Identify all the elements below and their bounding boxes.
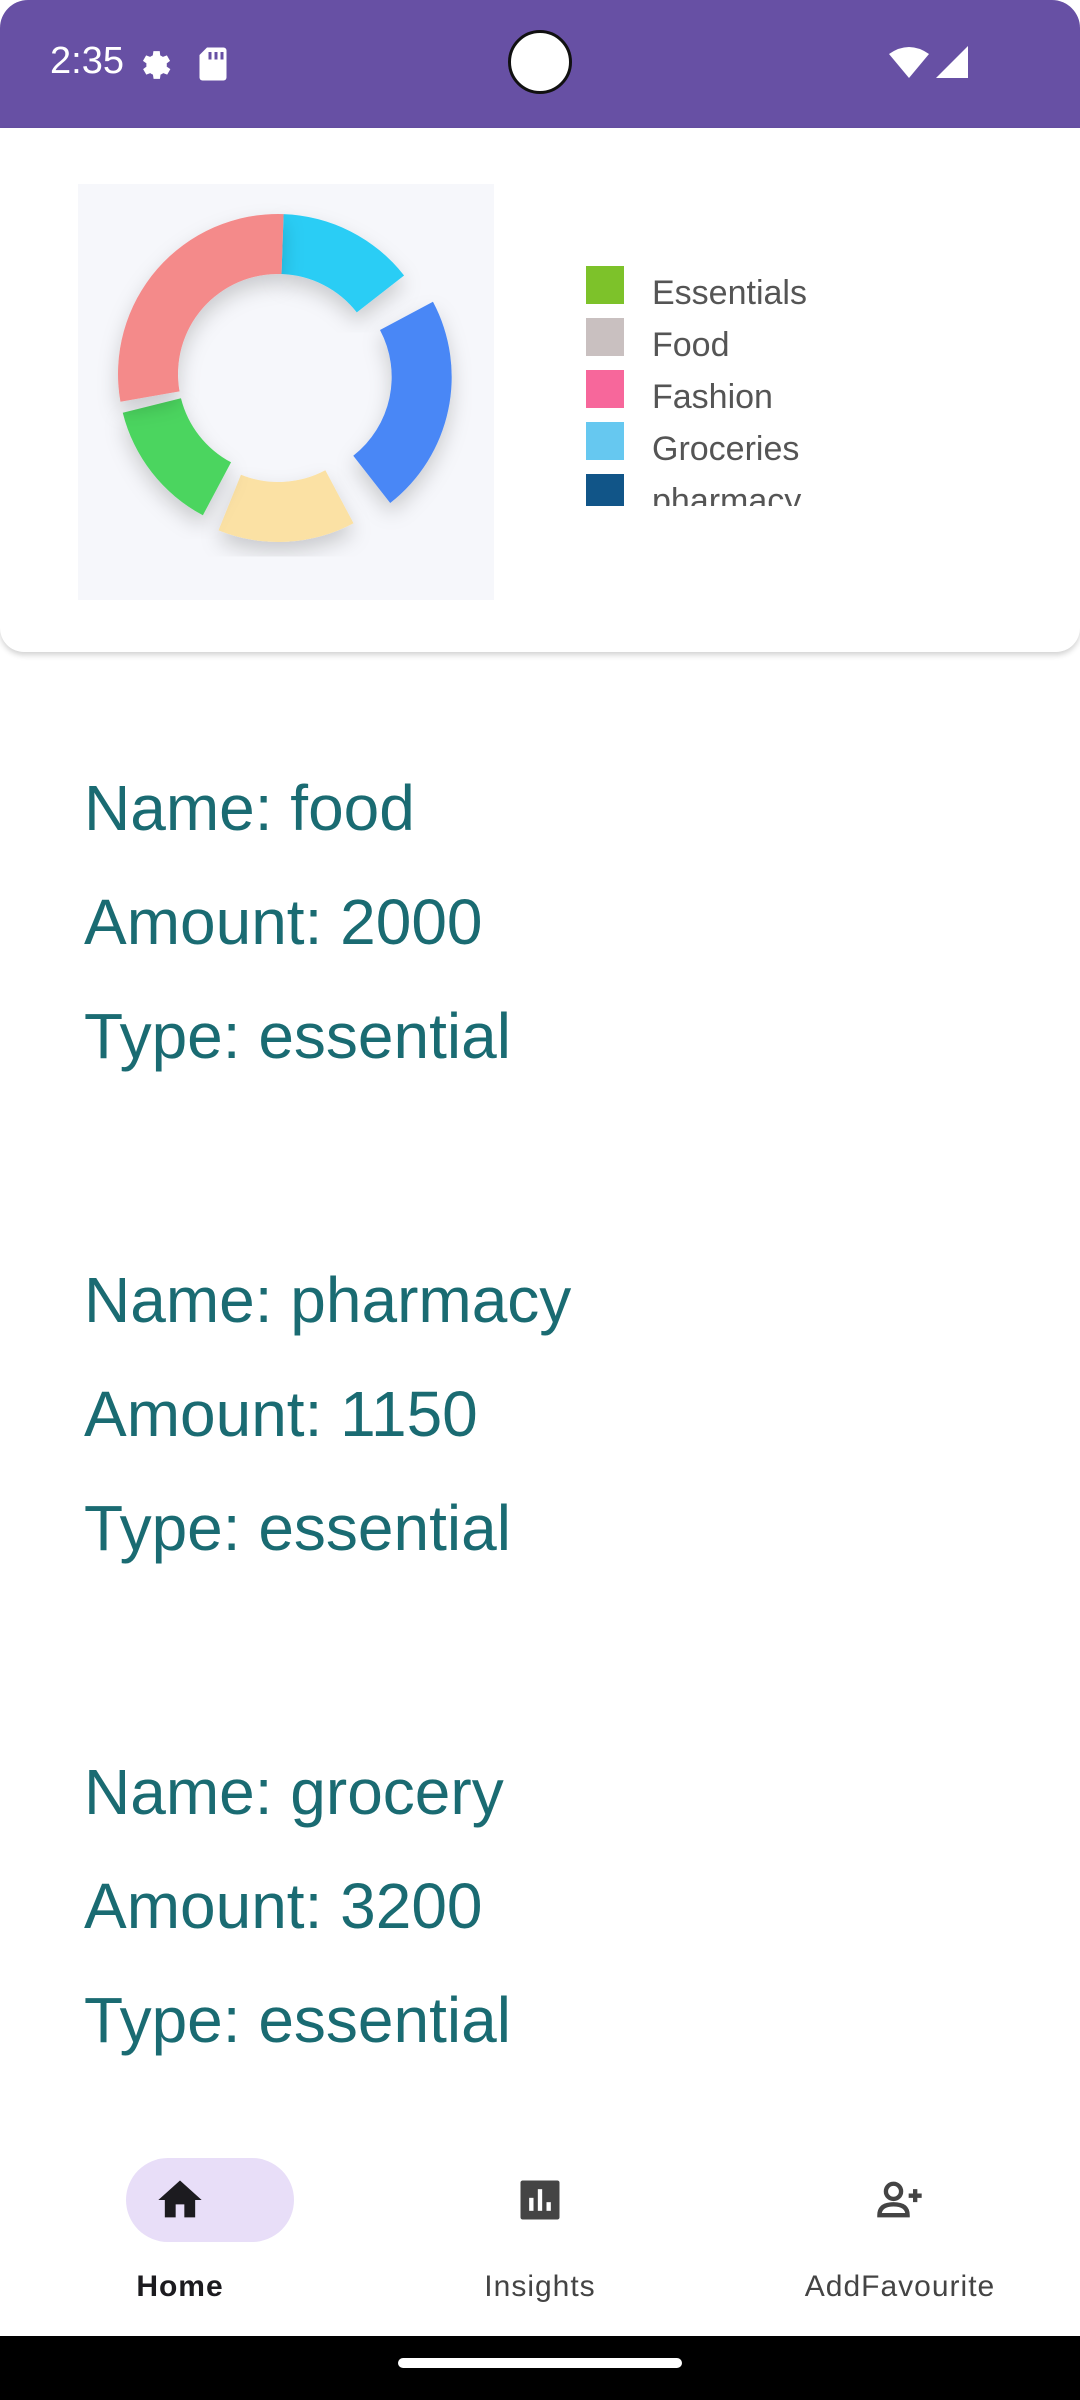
donut-segment [218,470,354,542]
sd-card-icon [198,46,228,82]
nav-item-insights[interactable]: Insights [390,2158,690,2308]
signal-icon [934,44,970,80]
chart-legend: Essentials Food Fashion Groceries pharma… [586,266,886,506]
donut-segment [122,398,232,516]
legend-item: Essentials [586,266,886,318]
home-icon [150,2174,210,2226]
nav-label-insights: Insights [484,2270,596,2303]
home-gesture-handle[interactable] [398,2358,682,2368]
legend-swatch [586,318,624,356]
legend-swatch [586,266,624,304]
legend-label: pharmacy [652,482,802,506]
expense-type: Type: essential [84,1000,511,1072]
donut-segment [118,214,284,402]
expense-name: Name: grocery [84,1756,504,1828]
expense-amount: Amount: 1150 [84,1378,478,1450]
list-item[interactable]: Name: food Amount: 2000 Type: essential [84,760,1044,1102]
expense-type: Type: essential [84,1492,511,1564]
legend-label: Fashion [652,378,773,416]
nav-item-home[interactable]: Home [30,2158,330,2308]
legend-item: Groceries [586,422,886,474]
nav-label-addfavourite: AddFavourite [804,2270,996,2303]
legend-label: Groceries [652,430,800,468]
list-item[interactable]: Name: pharmacy Amount: 1150 Type: essent… [84,1252,1044,1594]
legend-swatch [586,474,624,506]
expense-type: Type: essential [84,1984,511,2056]
camera-cutout [508,30,572,94]
legend-swatch [586,370,624,408]
nav-label-home: Home [136,2270,224,2303]
expense-list[interactable]: Name: food Amount: 2000 Type: essential … [84,760,1044,2110]
legend-item: Food [586,318,886,370]
add-person-icon [870,2174,930,2226]
chart-card: Essentials Food Fashion Groceries pharma… [0,128,1080,652]
legend-item: pharmacy [586,474,886,506]
expense-amount: Amount: 3200 [84,1870,483,1942]
legend-item: Fashion [586,370,886,422]
status-time: 2:35 [50,40,124,82]
donut-chart [78,184,494,600]
legend-label: Essentials [652,274,807,312]
legend-label: Food [652,326,730,364]
system-navigation-bar [0,2336,1080,2400]
app-screen: 2:35 Essentials Food Fashion Groceries p… [0,0,1080,2400]
donut-segment [281,214,405,313]
bottom-navigation: Home Insights AddFavourite [0,2120,1080,2336]
nav-item-addfavourite[interactable]: AddFavourite [750,2158,1050,2308]
settings-icon [136,46,174,84]
legend-swatch [586,422,624,460]
insights-icon [510,2174,570,2226]
expense-name: Name: pharmacy [84,1264,572,1336]
wifi-icon [888,46,930,80]
status-bar: 2:35 [0,0,1080,128]
donut-segment [353,301,452,503]
expense-name: Name: food [84,772,415,844]
expense-amount: Amount: 2000 [84,886,483,958]
list-item[interactable]: Name: grocery Amount: 3200 Type: essenti… [84,1744,1044,2086]
